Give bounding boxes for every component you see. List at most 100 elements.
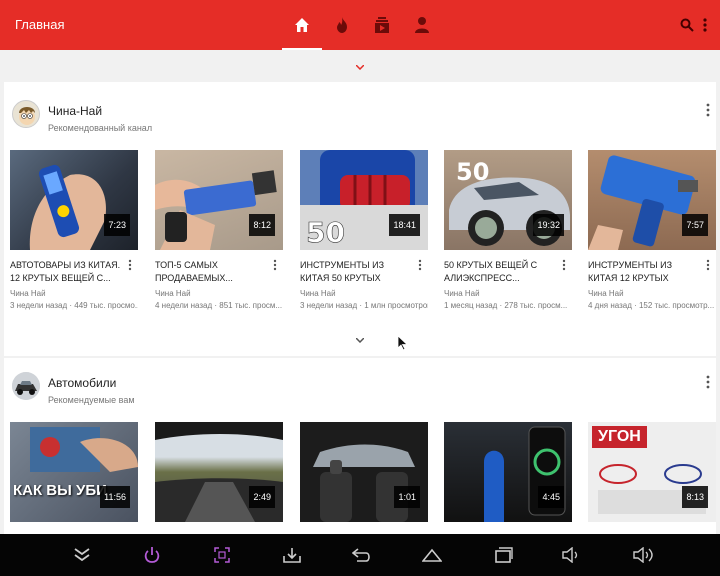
- video-card[interactable]: 50 18:41 ИНСТРУМЕНТЫ ИЗ КИТАЯ 50 КРУТЫХ …: [300, 150, 428, 310]
- volume-up-button[interactable]: [631, 543, 657, 567]
- video-duration: 7:23: [104, 214, 130, 236]
- chevron-down-icon: [356, 337, 364, 343]
- video-card[interactable]: 2:49: [155, 422, 283, 522]
- chevron-down-icon: [356, 64, 364, 70]
- video-more-button[interactable]: [562, 258, 570, 274]
- video-card[interactable]: КАК ВЫ УБИ 11:56: [10, 422, 138, 522]
- video-duration: 18:41: [389, 214, 420, 236]
- video-duration: 8:13: [682, 486, 708, 508]
- video-duration: 19:32: [533, 214, 564, 236]
- video-more-button[interactable]: [418, 258, 426, 274]
- video-more-button[interactable]: [128, 258, 136, 274]
- back-icon: [352, 548, 370, 562]
- shelf-title[interactable]: Автомобили: [48, 376, 116, 390]
- video-title[interactable]: АВТОТОВАРЫ ИЗ КИТАЯ. 12 КРУТЫХ ВЕЩЕЙ С..…: [10, 259, 122, 285]
- more-vert-icon: [562, 259, 566, 271]
- video-title[interactable]: ТОП-5 САМЫХ ПРОДАВАЕМЫХ...: [155, 259, 267, 285]
- screenshot-button[interactable]: [209, 543, 235, 567]
- more-options-button[interactable]: [703, 15, 713, 35]
- screenshot-icon: [214, 547, 230, 563]
- flame-icon: [337, 17, 347, 33]
- shelf-more-button[interactable]: [706, 372, 716, 392]
- more-vert-icon: [706, 375, 710, 389]
- shelf-expand-row[interactable]: [0, 330, 720, 350]
- video-meta: 3 недели назад · 1 млн просмотров: [300, 301, 428, 310]
- download-button[interactable]: [279, 543, 305, 567]
- volume-up-icon: [633, 547, 653, 563]
- video-thumbnail[interactable]: 4:45: [444, 422, 572, 522]
- shelf-channel: Чина-Най Рекомендованный канал 7:23 АВТО…: [4, 82, 716, 356]
- more-vert-icon: [273, 259, 277, 271]
- video-duration: 1:01: [394, 486, 420, 508]
- page-title: Главная: [15, 17, 65, 32]
- tab-trending[interactable]: [322, 0, 362, 50]
- volume-down-button[interactable]: [559, 543, 585, 567]
- video-duration: 7:57: [682, 214, 708, 236]
- video-thumbnail[interactable]: 1:01: [300, 422, 428, 522]
- video-thumbnail[interactable]: 50 19:32: [444, 150, 572, 250]
- video-meta: 3 недели назад · 449 тыс. просмо...: [10, 301, 138, 310]
- thumbnail-overlay-text: КАК ВЫ УБИ: [13, 482, 107, 499]
- system-nav-bar: [0, 534, 720, 576]
- video-duration: 8:12: [249, 214, 275, 236]
- tab-subscriptions[interactable]: [362, 0, 402, 50]
- video-meta: 4 недели назад · 851 тыс. просм...: [155, 301, 283, 310]
- tab-account[interactable]: [402, 0, 442, 50]
- video-meta: 1 месяц назад · 278 тыс. просм...: [444, 301, 568, 310]
- video-title[interactable]: ИНСТРУМЕНТЫ ИЗ КИТАЯ 12 КРУТЫХ ВЕЩЕЙ С..…: [588, 259, 700, 285]
- search-icon: [680, 18, 694, 32]
- video-thumbnail[interactable]: 7:57: [588, 150, 716, 250]
- video-thumbnail[interactable]: КАК ВЫ УБИ 11:56: [10, 422, 138, 522]
- video-channel: Чина Най: [10, 289, 46, 298]
- video-more-button[interactable]: [273, 258, 281, 274]
- more-vert-icon: [706, 103, 710, 117]
- video-title[interactable]: ИНСТРУМЕНТЫ ИЗ КИТАЯ 50 КРУТЫХ ВЕЩЕЙ...: [300, 259, 412, 285]
- shelf-title[interactable]: Чина-Най: [48, 104, 102, 118]
- video-thumbnail[interactable]: 8:12: [155, 150, 283, 250]
- download-icon: [283, 548, 301, 563]
- video-card[interactable]: УГОН 8:13: [588, 422, 716, 522]
- video-channel: Чина Най: [300, 289, 336, 298]
- more-vert-icon: [706, 259, 710, 271]
- video-thumbnail[interactable]: 50 18:41: [300, 150, 428, 250]
- video-channel: Чина Най: [588, 289, 624, 298]
- video-card[interactable]: 8:12 ТОП-5 САМЫХ ПРОДАВАЕМЫХ... Чина Най…: [155, 150, 283, 310]
- shelf-subtitle: Рекомендуемые вам: [48, 395, 135, 405]
- collapse-button[interactable]: [69, 543, 95, 567]
- mouse-pointer: [397, 335, 409, 356]
- video-thumbnail[interactable]: УГОН 8:13: [588, 422, 716, 522]
- back-button[interactable]: [349, 543, 375, 567]
- expand-row[interactable]: [0, 57, 720, 77]
- video-duration: 2:49: [249, 486, 275, 508]
- home-nav-button[interactable]: [419, 543, 445, 567]
- video-card[interactable]: 7:57 ИНСТРУМЕНТЫ ИЗ КИТАЯ 12 КРУТЫХ ВЕЩЕ…: [588, 150, 716, 310]
- shelf-subtitle: Рекомендованный канал: [48, 123, 153, 133]
- person-icon: [415, 17, 429, 33]
- video-card[interactable]: 4:45: [444, 422, 572, 522]
- video-channel: Чина Най: [155, 289, 191, 298]
- video-card[interactable]: 7:23 АВТОТОВАРЫ ИЗ КИТАЯ. 12 КРУТЫХ ВЕЩЕ…: [10, 150, 138, 310]
- home-outline-icon: [422, 548, 442, 562]
- shelf-more-button[interactable]: [706, 100, 716, 120]
- recents-button[interactable]: [491, 543, 517, 567]
- video-card[interactable]: 1:01: [300, 422, 428, 522]
- car-icon: [12, 372, 40, 400]
- cartoon-face-icon: [19, 107, 35, 125]
- channel-avatar[interactable]: [12, 100, 40, 128]
- more-vert-icon: [418, 259, 422, 271]
- power-button[interactable]: [139, 543, 165, 567]
- pointer-icon: [397, 335, 409, 351]
- video-card[interactable]: 50 19:32 50 КРУТЫХ ВЕЩЕЙ С АЛИЭКСПРЕСС..…: [444, 150, 572, 310]
- video-thumbnail[interactable]: 7:23: [10, 150, 138, 250]
- recents-icon: [495, 547, 513, 563]
- tab-home[interactable]: [282, 0, 322, 50]
- video-more-button[interactable]: [706, 258, 714, 274]
- more-vert-icon: [128, 259, 132, 271]
- search-button[interactable]: [680, 15, 700, 35]
- video-thumbnail[interactable]: 2:49: [155, 422, 283, 522]
- app-header: Главная: [0, 0, 720, 50]
- video-channel: Чина Най: [444, 289, 480, 298]
- shelf-avatar[interactable]: [12, 372, 40, 400]
- video-duration: 4:45: [538, 486, 564, 508]
- video-title[interactable]: 50 КРУТЫХ ВЕЩЕЙ С АЛИЭКСПРЕСС...: [444, 259, 556, 285]
